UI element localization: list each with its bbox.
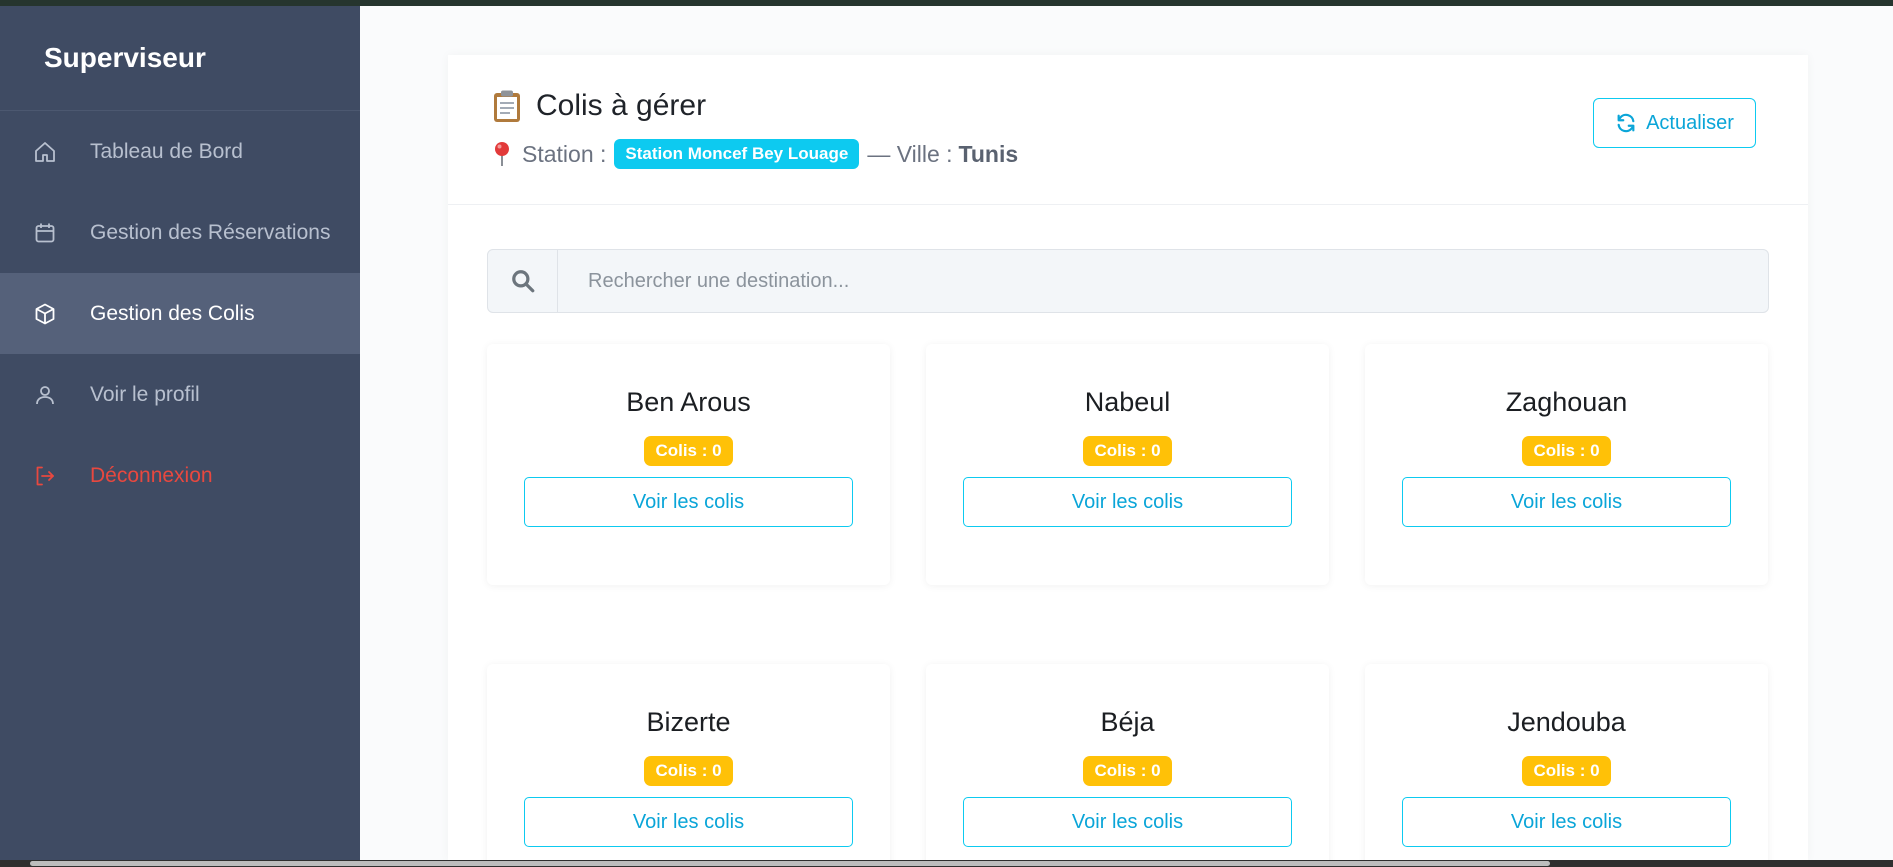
search-icon [488, 250, 558, 312]
destination-name: Ben Arous [626, 387, 751, 417]
refresh-button[interactable]: Actualiser [1593, 98, 1756, 148]
colis-count-badge: Colis : 0 [644, 756, 733, 786]
colis-panel: Colis à gérer Station : Station Moncef B… [448, 55, 1808, 867]
box-icon [32, 301, 58, 327]
user-icon [32, 382, 58, 408]
sidebar-item-label: Gestion des Réservations [90, 220, 331, 244]
colis-count-badge: Colis : 0 [1083, 756, 1172, 786]
sidebar-item-label: Voir le profil [90, 382, 200, 406]
sidebar-item-reservations[interactable]: Gestion des Réservations [0, 192, 360, 273]
destination-grid: Ben Arous Colis : 0 Voir les colis Nabeu… [487, 344, 1769, 867]
sidebar-item-label: Gestion des Colis [90, 301, 255, 325]
destination-name: Zaghouan [1505, 387, 1628, 417]
colis-count-badge: Colis : 0 [644, 436, 733, 466]
sidebar-item-label: Tableau de Bord [90, 139, 243, 163]
sidebar-brand: Superviseur [0, 6, 360, 111]
colis-count-badge: Colis : 0 [1522, 436, 1611, 466]
view-colis-button[interactable]: Voir les colis [524, 797, 853, 847]
destination-name: Nabeul [1084, 387, 1171, 417]
view-colis-button[interactable]: Voir les colis [1402, 477, 1731, 527]
logout-icon [32, 463, 58, 489]
city-name: Tunis [958, 140, 1019, 167]
search-input[interactable] [558, 250, 1768, 312]
refresh-label: Actualiser [1646, 111, 1734, 134]
pin-icon [492, 141, 512, 167]
destination-card: Ben Arous Colis : 0 Voir les colis [487, 344, 890, 585]
destination-name: Bizerte [646, 707, 731, 737]
page-title: Colis à gérer [492, 89, 706, 123]
station-badge: Station Moncef Bey Louage [614, 139, 860, 169]
page-title-text: Colis à gérer [536, 89, 707, 122]
view-colis-button[interactable]: Voir les colis [524, 477, 853, 527]
main-content: Colis à gérer Station : Station Moncef B… [360, 6, 1893, 867]
panel-header: Colis à gérer Station : Station Moncef B… [448, 55, 1808, 205]
sidebar-item-logout[interactable]: Déconnexion [0, 435, 360, 516]
colis-count-badge: Colis : 0 [1083, 436, 1172, 466]
destination-name: Jendouba [1507, 707, 1626, 737]
view-colis-button[interactable]: Voir les colis [1402, 797, 1731, 847]
destination-card: Bizerte Colis : 0 Voir les colis [487, 664, 890, 867]
home-icon [32, 139, 58, 165]
destination-card: Zaghouan Colis : 0 Voir les colis [1365, 344, 1768, 585]
destination-card: Jendouba Colis : 0 Voir les colis [1365, 664, 1768, 867]
scrollbar-thumb[interactable] [30, 861, 1550, 866]
view-colis-button[interactable]: Voir les colis [963, 477, 1292, 527]
calendar-icon [32, 220, 58, 246]
clipboard-icon [492, 89, 522, 123]
city-label: — Ville : [867, 140, 953, 167]
sidebar-item-profile[interactable]: Voir le profil [0, 354, 360, 435]
sidebar-item-dashboard[interactable]: Tableau de Bord [0, 111, 360, 192]
horizontal-scrollbar[interactable] [0, 860, 1893, 867]
search-bar [487, 249, 1769, 313]
destination-name: Béja [1100, 707, 1155, 737]
station-label: Station : [522, 140, 607, 167]
sidebar-item-colis[interactable]: Gestion des Colis [0, 273, 360, 354]
sidebar: Superviseur Tableau de Bord Gestion des … [0, 6, 360, 860]
sidebar-item-label: Déconnexion [90, 463, 213, 487]
refresh-icon [1615, 112, 1637, 134]
view-colis-button[interactable]: Voir les colis [963, 797, 1292, 847]
destination-card: Béja Colis : 0 Voir les colis [926, 664, 1329, 867]
colis-count-badge: Colis : 0 [1522, 756, 1611, 786]
destination-card: Nabeul Colis : 0 Voir les colis [926, 344, 1329, 585]
station-info: Station : Station Moncef Bey Louage — Vi… [492, 139, 1018, 169]
